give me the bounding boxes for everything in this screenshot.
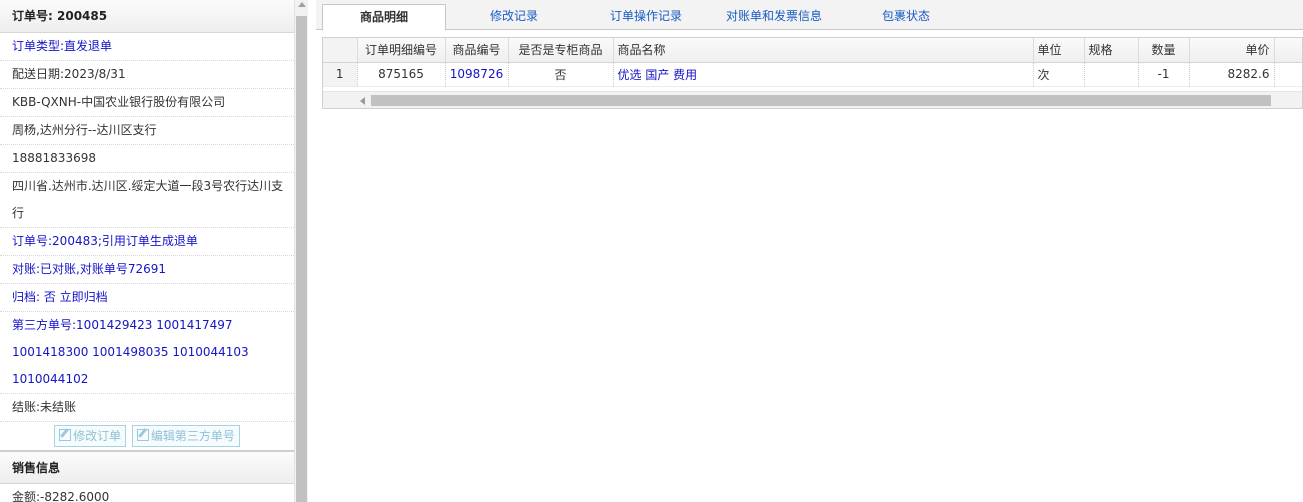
sales-info-header: 销售信息	[0, 451, 294, 484]
product-table: 订单明细编号 商品编号 是否是专柜商品 商品名称 单位 规格 数量 单价 1 8…	[323, 38, 1302, 87]
cell-unit: 次	[1033, 62, 1085, 87]
left-panel-scrollbar[interactable]	[294, 0, 308, 502]
settlement-value: 未结账	[40, 400, 77, 414]
table-header-row: 订单明细编号 商品编号 是否是专柜商品 商品名称 单位 规格 数量 单价	[323, 38, 1302, 63]
order-number-header: 订单号: 200485	[0, 0, 294, 33]
col-is-counter[interactable]: 是否是专柜商品	[508, 38, 614, 63]
order-type: 订单类型:直发退单	[0, 33, 294, 61]
cell-quantity: -1	[1138, 62, 1190, 87]
sales-amount-value: -8282.6000	[40, 490, 110, 502]
edit-icon	[136, 429, 149, 441]
cell-row-number: 1	[323, 62, 358, 87]
table-row[interactable]: 1 875165 1098726 否 优选 国产 费用 次 -1 8282.6	[323, 62, 1302, 87]
scrollbar-thumb[interactable]	[371, 95, 1271, 106]
order-info-panel: 订单号: 200485 订单类型:直发退单 配送日期:2023/8/31 KBB…	[0, 0, 308, 502]
order-number-value: 200485	[57, 9, 108, 23]
contact-person: 周杨,达州分行--达川区支行	[0, 117, 294, 145]
delivery-address: 四川省.达州市.达川区.绥定大道一段3号农行达川支行	[0, 173, 294, 228]
cell-unit-price: 8282.6	[1189, 62, 1275, 87]
scroll-left-arrow-icon[interactable]	[360, 97, 365, 105]
third-party-label: 第三方单号:	[12, 318, 77, 332]
col-product-name[interactable]: 商品名称	[613, 38, 1034, 63]
order-action-buttons: 修改订单 编辑第三方单号	[0, 422, 294, 451]
archive-link[interactable]: 否 立即归档	[44, 290, 108, 304]
sales-amount-row: 金额:-8282.6000	[0, 484, 294, 502]
settlement-row: 结账:未结账	[0, 394, 294, 422]
cell-product-name-link[interactable]: 优选 国产 费用	[613, 62, 1034, 87]
col-spec[interactable]: 规格	[1084, 38, 1139, 63]
cell-spec	[1084, 62, 1139, 87]
contact-phone: 18881833698	[0, 145, 294, 173]
archive-row: 归档: 否 立即归档	[0, 284, 294, 312]
customer-name: KBB-QXNH-中国农业银行股份有限公司	[0, 89, 294, 117]
edit-third-party-button[interactable]: 编辑第三方单号	[131, 425, 240, 447]
cell-is-counter: 否	[508, 62, 614, 87]
edit-third-party-button-label: 编辑第三方单号	[150, 429, 235, 443]
tab-package-status[interactable]: 包裹状态	[856, 4, 956, 30]
sales-amount-label: 金额:	[12, 490, 41, 502]
col-row-number	[323, 38, 358, 63]
col-unit-price[interactable]: 单价	[1189, 38, 1275, 63]
order-number-label: 订单号:	[12, 9, 53, 23]
edit-order-button[interactable]: 修改订单	[54, 425, 127, 447]
scroll-up-arrow-icon[interactable]	[298, 2, 306, 7]
reference-order: 订单号:200483;引用订单生成退单	[0, 228, 294, 256]
third-party-numbers-row: 第三方单号:1001429423 1001417497 1001418300 1…	[0, 312, 294, 394]
col-filler	[1274, 38, 1302, 63]
settlement-label: 结账:	[12, 400, 41, 414]
tab-reconcile-invoice[interactable]: 对账单和发票信息	[714, 4, 834, 30]
order-info-content: 订单号: 200485 订单类型:直发退单 配送日期:2023/8/31 KBB…	[0, 0, 294, 502]
reconcile-status: 对账:已对账,对账单号72691	[0, 256, 294, 284]
col-detail-id[interactable]: 订单明细编号	[357, 38, 446, 63]
edit-icon	[59, 429, 72, 441]
grid-horizontal-scrollbar[interactable]	[323, 91, 1302, 108]
tab-bar: 商品明细 修改记录 订单操作记录 对账单和发票信息 包裹状态	[316, 0, 1303, 31]
tab-operation-log[interactable]: 订单操作记录	[586, 4, 706, 30]
archive-label: 归档:	[12, 290, 44, 304]
scrollbar-thumb[interactable]	[296, 16, 307, 502]
delivery-date: 配送日期:2023/8/31	[0, 61, 294, 89]
col-unit[interactable]: 单位	[1033, 38, 1085, 63]
edit-order-button-label: 修改订单	[73, 429, 122, 443]
cell-detail-id: 875165	[357, 62, 446, 87]
col-product-id[interactable]: 商品编号	[445, 38, 509, 63]
tab-product-details[interactable]: 商品明细	[322, 4, 446, 31]
detail-panel: 商品明细 修改记录 订单操作记录 对账单和发票信息 包裹状态 订单明细编号 商品…	[316, 0, 1303, 502]
cell-product-id-link[interactable]: 1098726	[445, 62, 509, 87]
col-quantity[interactable]: 数量	[1138, 38, 1190, 63]
cell-filler	[1274, 62, 1302, 87]
product-grid: 订单明细编号 商品编号 是否是专柜商品 商品名称 单位 规格 数量 单价 1 8…	[322, 37, 1303, 109]
tab-edit-history[interactable]: 修改记录	[456, 4, 572, 30]
